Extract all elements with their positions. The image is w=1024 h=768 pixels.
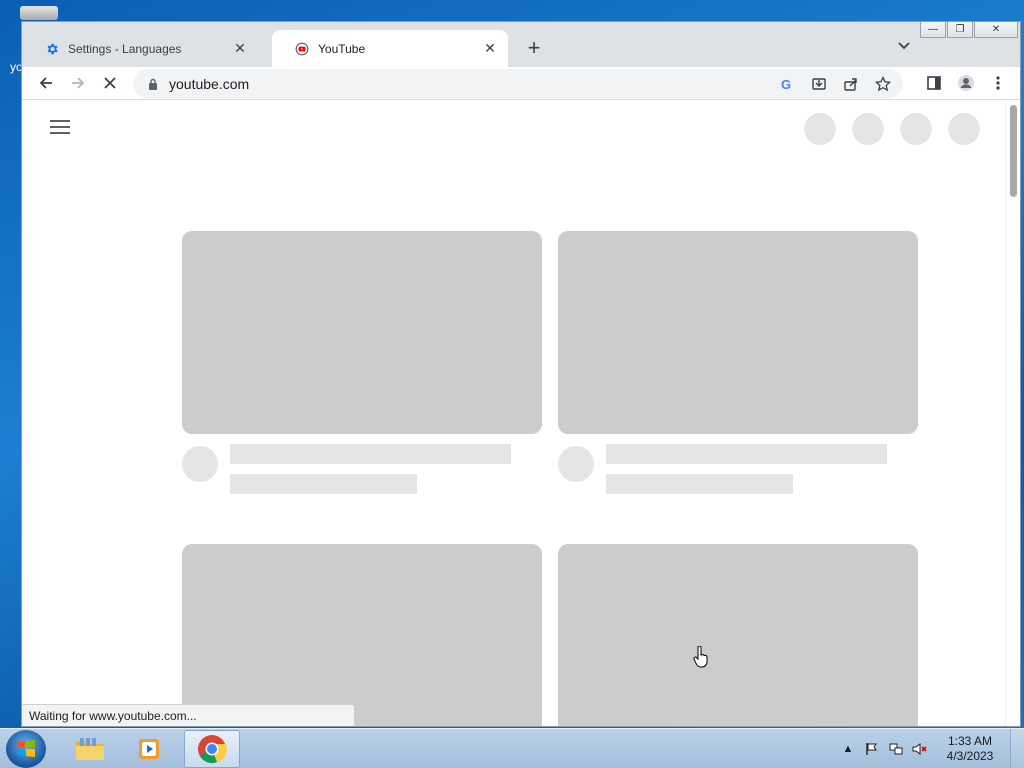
show-desktop-button[interactable]: [1010, 729, 1024, 768]
tab-title: YouTube: [318, 41, 366, 56]
chrome-icon[interactable]: [184, 730, 240, 768]
page-scrollbar[interactable]: [1005, 101, 1020, 726]
action-center-flag-icon[interactable]: [864, 741, 880, 757]
clock-date: 4/3/2023: [946, 749, 994, 763]
back-icon[interactable]: [34, 71, 58, 95]
youtube-page: [22, 101, 1007, 726]
install-app-icon[interactable]: [807, 72, 831, 96]
google-lens-icon[interactable]: G: [775, 72, 799, 96]
video-thumbnail-placeholder: [182, 231, 542, 434]
stop-loading-icon[interactable]: [98, 71, 122, 95]
scrollbar-thumb[interactable]: [1010, 105, 1017, 197]
share-icon[interactable]: [839, 72, 863, 96]
tab-search-icon[interactable]: [894, 36, 914, 56]
url-text[interactable]: youtube.com: [169, 76, 249, 92]
meta-placeholder: [606, 474, 793, 494]
gear-icon: [44, 41, 60, 57]
file-explorer-icon[interactable]: [62, 730, 118, 768]
window-controls: — ❐ ✕: [920, 22, 1018, 38]
bookmark-star-icon[interactable]: [871, 72, 895, 96]
video-thumbnail-placeholder: [558, 544, 918, 726]
title-placeholder: [230, 444, 511, 464]
svg-text:G: G: [781, 77, 791, 91]
channel-avatar-placeholder: [182, 446, 218, 482]
desktop-icon[interactable]: [20, 6, 58, 20]
taskbar-clock[interactable]: 1:33 AM 4/3/2023: [940, 734, 1000, 764]
video-thumbnail-placeholder: [558, 231, 918, 434]
start-button[interactable]: [6, 730, 46, 768]
close-tab-icon[interactable]: ✕: [482, 40, 498, 57]
chrome-window: Settings - Languages ✕ YouTube ✕ + — ❐ ✕: [21, 21, 1021, 727]
side-panel-icon[interactable]: [922, 71, 946, 95]
channel-avatar-placeholder: [558, 446, 594, 482]
youtube-icon: [294, 41, 310, 57]
menu-kebab-icon[interactable]: [986, 71, 1010, 95]
hand-cursor-icon: [693, 645, 709, 673]
skeleton-circle: [804, 113, 836, 145]
status-bubble: Waiting for www.youtube.com...: [22, 704, 355, 726]
tab-youtube[interactable]: YouTube ✕: [272, 30, 508, 67]
forward-icon[interactable]: [66, 71, 90, 95]
video-thumbnail-placeholder: [182, 544, 542, 726]
windows-logo-icon: [17, 740, 35, 757]
browser-toolbar: youtube.com G: [22, 67, 1020, 100]
title-placeholder: [606, 444, 887, 464]
media-player-icon[interactable]: [122, 730, 178, 768]
meta-placeholder: [230, 474, 417, 494]
guide-menu-icon[interactable]: [50, 120, 70, 136]
skeleton-circle: [900, 113, 932, 145]
windows-taskbar: ▲ 1:33 AM 4/3/2023: [0, 728, 1024, 768]
volume-muted-icon[interactable]: [912, 741, 928, 757]
profile-icon[interactable]: [954, 71, 978, 95]
address-bar[interactable]: youtube.com G: [133, 69, 903, 98]
skeleton-circle: [852, 113, 884, 145]
tab-title: Settings - Languages: [68, 41, 182, 56]
new-tab-button[interactable]: +: [522, 35, 546, 60]
tab-settings-languages[interactable]: Settings - Languages ✕: [22, 30, 258, 67]
lock-icon[interactable]: [145, 76, 161, 92]
network-icon[interactable]: [888, 741, 904, 757]
close-tab-icon[interactable]: ✕: [232, 40, 248, 57]
clock-time: 1:33 AM: [947, 734, 993, 748]
maximize-button[interactable]: ❐: [947, 22, 973, 38]
close-window-button[interactable]: ✕: [974, 22, 1018, 38]
show-hidden-icons-icon[interactable]: ▲: [840, 741, 856, 757]
minimize-button[interactable]: —: [920, 22, 946, 38]
skeleton-circle: [948, 113, 980, 145]
tab-strip: Settings - Languages ✕ YouTube ✕ +: [22, 22, 1020, 67]
system-tray: ▲: [840, 741, 928, 757]
